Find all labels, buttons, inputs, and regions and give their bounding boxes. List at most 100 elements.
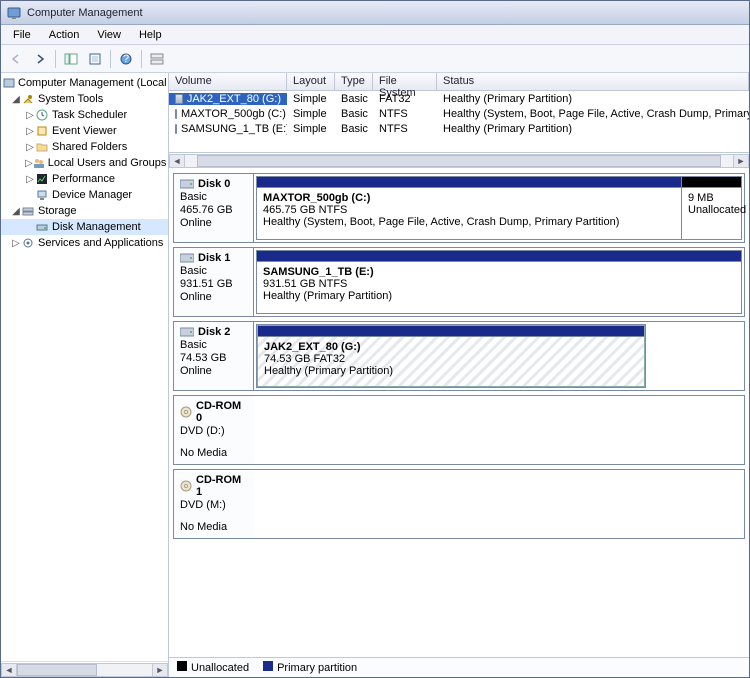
menu-view[interactable]: View xyxy=(89,27,129,43)
partition-title: MAXTOR_500gb (C:) xyxy=(263,192,675,204)
help-button[interactable]: ? xyxy=(115,48,137,70)
disk-state: Online xyxy=(180,365,247,377)
tree-performance[interactable]: ▷Performance xyxy=(1,171,168,187)
layout-button[interactable] xyxy=(146,48,168,70)
show-hide-tree-button[interactable] xyxy=(60,48,82,70)
menu-help[interactable]: Help xyxy=(131,27,170,43)
tree-root[interactable]: Computer Management (Local xyxy=(1,75,168,91)
tree-system-tools[interactable]: ◢ System Tools xyxy=(1,91,168,107)
volume-name: JAK2_EXT_80 (G:) xyxy=(169,93,287,105)
scroll-thumb[interactable] xyxy=(17,664,97,676)
drive-icon xyxy=(175,94,183,104)
tree-services[interactable]: ▷Services and Applications xyxy=(1,235,168,251)
legend-unallocated: Unallocated xyxy=(177,661,249,674)
tree-local-users[interactable]: ▷Local Users and Groups xyxy=(1,155,168,171)
volume-fs: NTFS xyxy=(373,123,437,135)
window-title: Computer Management xyxy=(27,7,143,19)
users-icon xyxy=(33,156,45,170)
tree-storage[interactable]: ◢Storage xyxy=(1,203,168,219)
partition-size: 465.75 GB NTFS xyxy=(263,204,675,216)
col-volume[interactable]: Volume xyxy=(169,73,287,90)
volume-status: Healthy (System, Boot, Page File, Active… xyxy=(437,108,749,120)
col-filesystem[interactable]: File System xyxy=(373,73,437,90)
volume-row[interactable]: MAXTOR_500gb (C:)SimpleBasicNTFSHealthy … xyxy=(169,106,749,121)
expand-icon[interactable]: ▷ xyxy=(11,238,21,249)
volume-name: MAXTOR_500gb (C:) xyxy=(169,108,287,120)
disk-state: Online xyxy=(180,291,247,303)
disk-empty xyxy=(254,396,744,464)
disk-name: CD-ROM 0 xyxy=(180,400,248,424)
content-pane: Volume Layout Type File System Status JA… xyxy=(169,73,749,677)
disk-info: Disk 1Basic931.51 GBOnline xyxy=(174,248,254,316)
col-type[interactable]: Type xyxy=(335,73,373,90)
disk-row[interactable]: CD-ROM 1DVD (M:)No Media xyxy=(173,469,745,539)
col-status[interactable]: Status xyxy=(437,73,749,90)
cd-icon xyxy=(180,480,192,492)
folder-icon xyxy=(35,140,49,154)
mmc-icon xyxy=(3,76,15,90)
disk-kind: Basic xyxy=(180,265,247,277)
partition-body: SAMSUNG_1_TB (E:)931.51 GB NTFSHealthy (… xyxy=(257,261,741,313)
expand-icon[interactable]: ▷ xyxy=(25,110,35,121)
titlebar[interactable]: Computer Management xyxy=(1,1,749,25)
partition-color-bar xyxy=(258,326,644,336)
partition[interactable]: JAK2_EXT_80 (G:)74.53 GB FAT32Healthy (P… xyxy=(257,325,645,387)
disk-icon xyxy=(35,220,49,234)
cd-icon xyxy=(180,406,192,418)
partition-title: JAK2_EXT_80 (G:) xyxy=(264,341,638,353)
volume-row[interactable]: JAK2_EXT_80 (G:)SimpleBasicFAT32Healthy … xyxy=(169,91,749,106)
volume-list[interactable]: JAK2_EXT_80 (G:)SimpleBasicFAT32Healthy … xyxy=(169,91,749,153)
partition-color-bar xyxy=(257,251,741,261)
collapse-icon[interactable]: ◢ xyxy=(11,94,21,105)
partition[interactable]: MAXTOR_500gb (C:)465.75 GB NTFSHealthy (… xyxy=(257,177,681,239)
tree-device-manager[interactable]: Device Manager xyxy=(1,187,168,203)
scroll-right-button[interactable]: ► xyxy=(152,663,168,677)
disk-name: Disk 1 xyxy=(180,252,247,264)
menu-file[interactable]: File xyxy=(5,27,39,43)
scroll-track[interactable] xyxy=(185,154,733,168)
perf-icon xyxy=(35,172,49,186)
disk-state: Online xyxy=(180,217,247,229)
scroll-track[interactable] xyxy=(17,663,152,677)
tree-event-viewer[interactable]: ▷Event Viewer xyxy=(1,123,168,139)
tree-shared-folders[interactable]: ▷Shared Folders xyxy=(1,139,168,155)
disk-kind: Basic xyxy=(180,191,247,203)
partition-title: SAMSUNG_1_TB (E:) xyxy=(263,266,735,278)
collapse-icon[interactable]: ◢ xyxy=(11,206,21,217)
tree-hscrollbar[interactable]: ◄ ► xyxy=(1,661,168,677)
partition[interactable]: SAMSUNG_1_TB (E:)931.51 GB NTFSHealthy (… xyxy=(257,251,741,313)
disk-row[interactable]: Disk 1Basic931.51 GBOnlineSAMSUNG_1_TB (… xyxy=(173,247,745,317)
disk-partitions: JAK2_EXT_80 (G:)74.53 GB FAT32Healthy (P… xyxy=(256,324,646,388)
volume-row[interactable]: SAMSUNG_1_TB (E:)SimpleBasicNTFSHealthy … xyxy=(169,121,749,136)
expand-icon[interactable]: ▷ xyxy=(25,142,35,153)
scroll-left-button[interactable]: ◄ xyxy=(1,663,17,677)
disk-row[interactable]: Disk 0Basic465.76 GBOnlineMAXTOR_500gb (… xyxy=(173,173,745,243)
disk-info: Disk 2Basic74.53 GBOnline xyxy=(174,322,254,390)
scroll-left-button[interactable]: ◄ xyxy=(169,154,185,168)
scroll-thumb[interactable] xyxy=(197,155,721,167)
drive-icon xyxy=(175,124,177,134)
forward-button[interactable] xyxy=(29,48,51,70)
partition-health: Healthy (Primary Partition) xyxy=(263,290,735,302)
expand-icon[interactable]: ▷ xyxy=(25,158,33,169)
disk-row[interactable]: Disk 2Basic74.53 GBOnlineJAK2_EXT_80 (G:… xyxy=(173,321,745,391)
disk-kind: DVD (D:) xyxy=(180,425,248,437)
menu-action[interactable]: Action xyxy=(41,27,88,43)
refresh-button[interactable] xyxy=(84,48,106,70)
disk-kind: DVD (M:) xyxy=(180,499,248,511)
partition-body: JAK2_EXT_80 (G:)74.53 GB FAT32Healthy (P… xyxy=(258,336,644,386)
vollist-hscrollbar[interactable]: ◄ ► xyxy=(169,153,749,169)
hdd-icon xyxy=(180,179,194,189)
scroll-right-button[interactable]: ► xyxy=(733,154,749,168)
unallocated-space[interactable]: 9 MBUnallocated xyxy=(681,177,741,239)
col-layout[interactable]: Layout xyxy=(287,73,335,90)
disk-partitions: SAMSUNG_1_TB (E:)931.51 GB NTFSHealthy (… xyxy=(256,250,742,314)
expand-icon[interactable]: ▷ xyxy=(25,126,35,137)
tree-disk-management[interactable]: Disk Management xyxy=(1,219,168,235)
event-icon xyxy=(35,124,49,138)
tree-task-scheduler[interactable]: ▷Task Scheduler xyxy=(1,107,168,123)
legend-swatch-black xyxy=(177,661,187,671)
expand-icon[interactable]: ▷ xyxy=(25,174,35,185)
disk-row[interactable]: CD-ROM 0DVD (D:)No Media xyxy=(173,395,745,465)
volume-status: Healthy (Primary Partition) xyxy=(437,123,749,135)
